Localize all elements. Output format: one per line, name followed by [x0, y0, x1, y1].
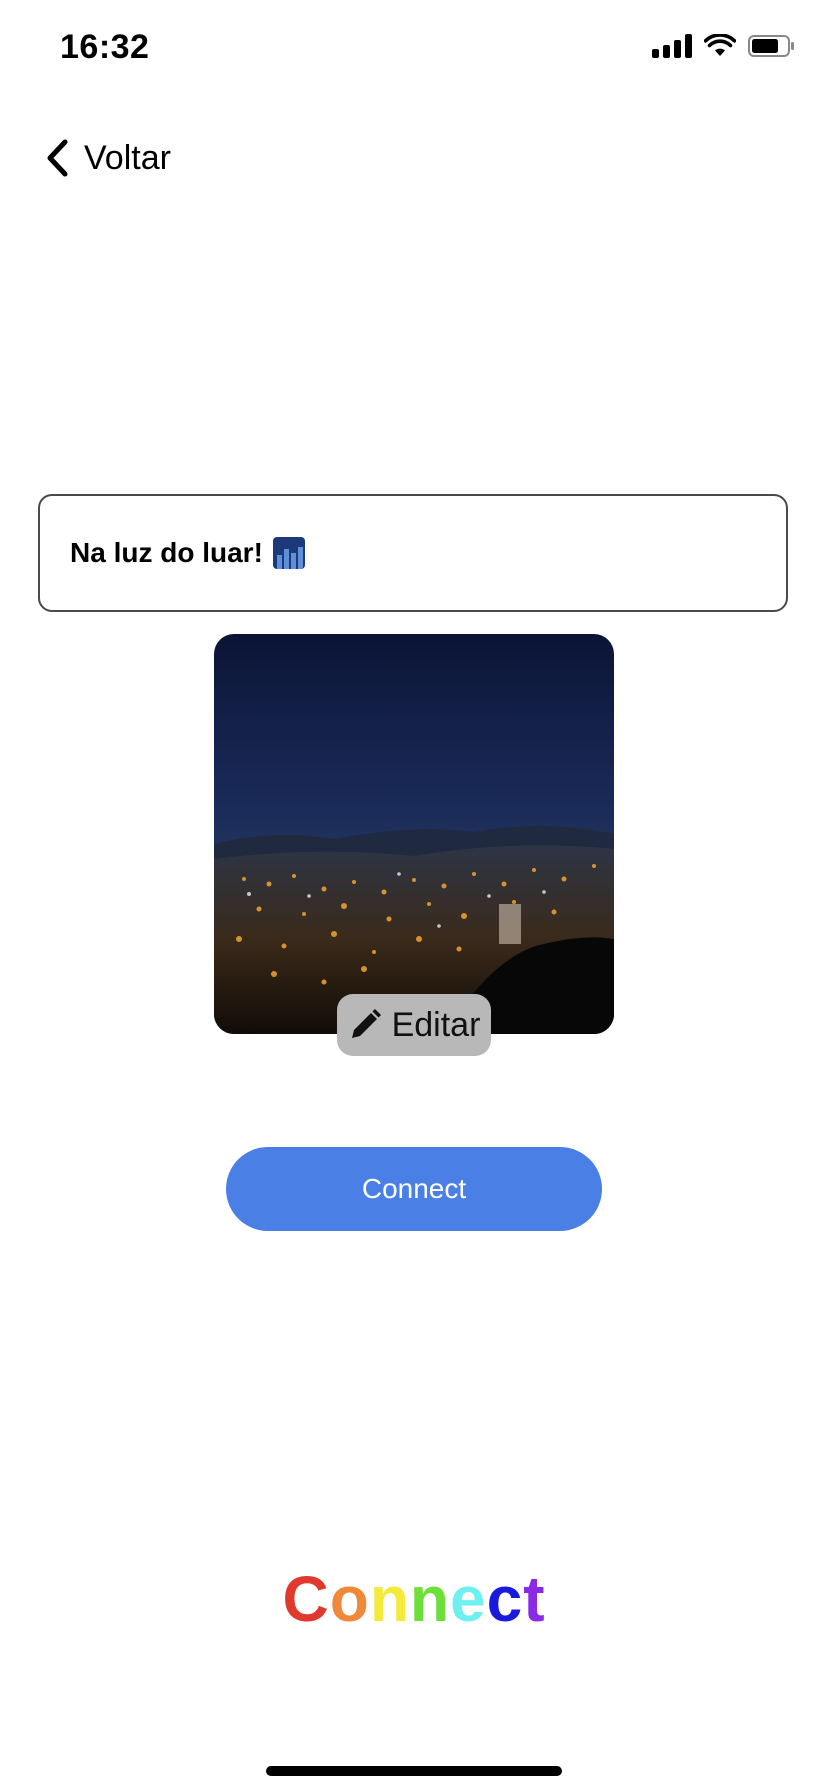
brand-letter: c	[486, 1563, 524, 1635]
brand-letter: C	[282, 1563, 330, 1635]
caption-field[interactable]: Na luz do luar!	[38, 494, 788, 612]
edit-button[interactable]: Editar	[337, 994, 491, 1056]
brand-letter: t	[523, 1563, 546, 1635]
signal-icon	[652, 34, 692, 58]
night-city-emoji-icon	[272, 537, 305, 569]
chevron-left-icon	[47, 139, 68, 177]
post-photo	[214, 634, 614, 1034]
edit-label: Editar	[391, 1005, 481, 1044]
status-time: 16:32	[60, 28, 150, 66]
back-label: Voltar	[84, 138, 171, 177]
battery-icon	[748, 35, 794, 57]
brand-letter: o	[329, 1563, 370, 1635]
brand-wordmark: Connect	[283, 1562, 546, 1636]
brand-letter: n	[409, 1563, 450, 1635]
status-icons	[652, 34, 796, 58]
brand-letter: n	[369, 1563, 410, 1635]
home-indicator[interactable]	[266, 1766, 562, 1776]
caption-text: Na luz do luar!	[70, 537, 263, 568]
back-button[interactable]: Voltar	[44, 130, 171, 186]
pencil-icon	[351, 1009, 381, 1038]
brand-letter: e	[450, 1563, 487, 1635]
status-bar: 16:32	[0, 0, 828, 100]
brand-logo: Connect	[0, 1562, 828, 1636]
connect-button[interactable]: Connect	[226, 1147, 602, 1231]
wifi-icon	[704, 34, 736, 56]
